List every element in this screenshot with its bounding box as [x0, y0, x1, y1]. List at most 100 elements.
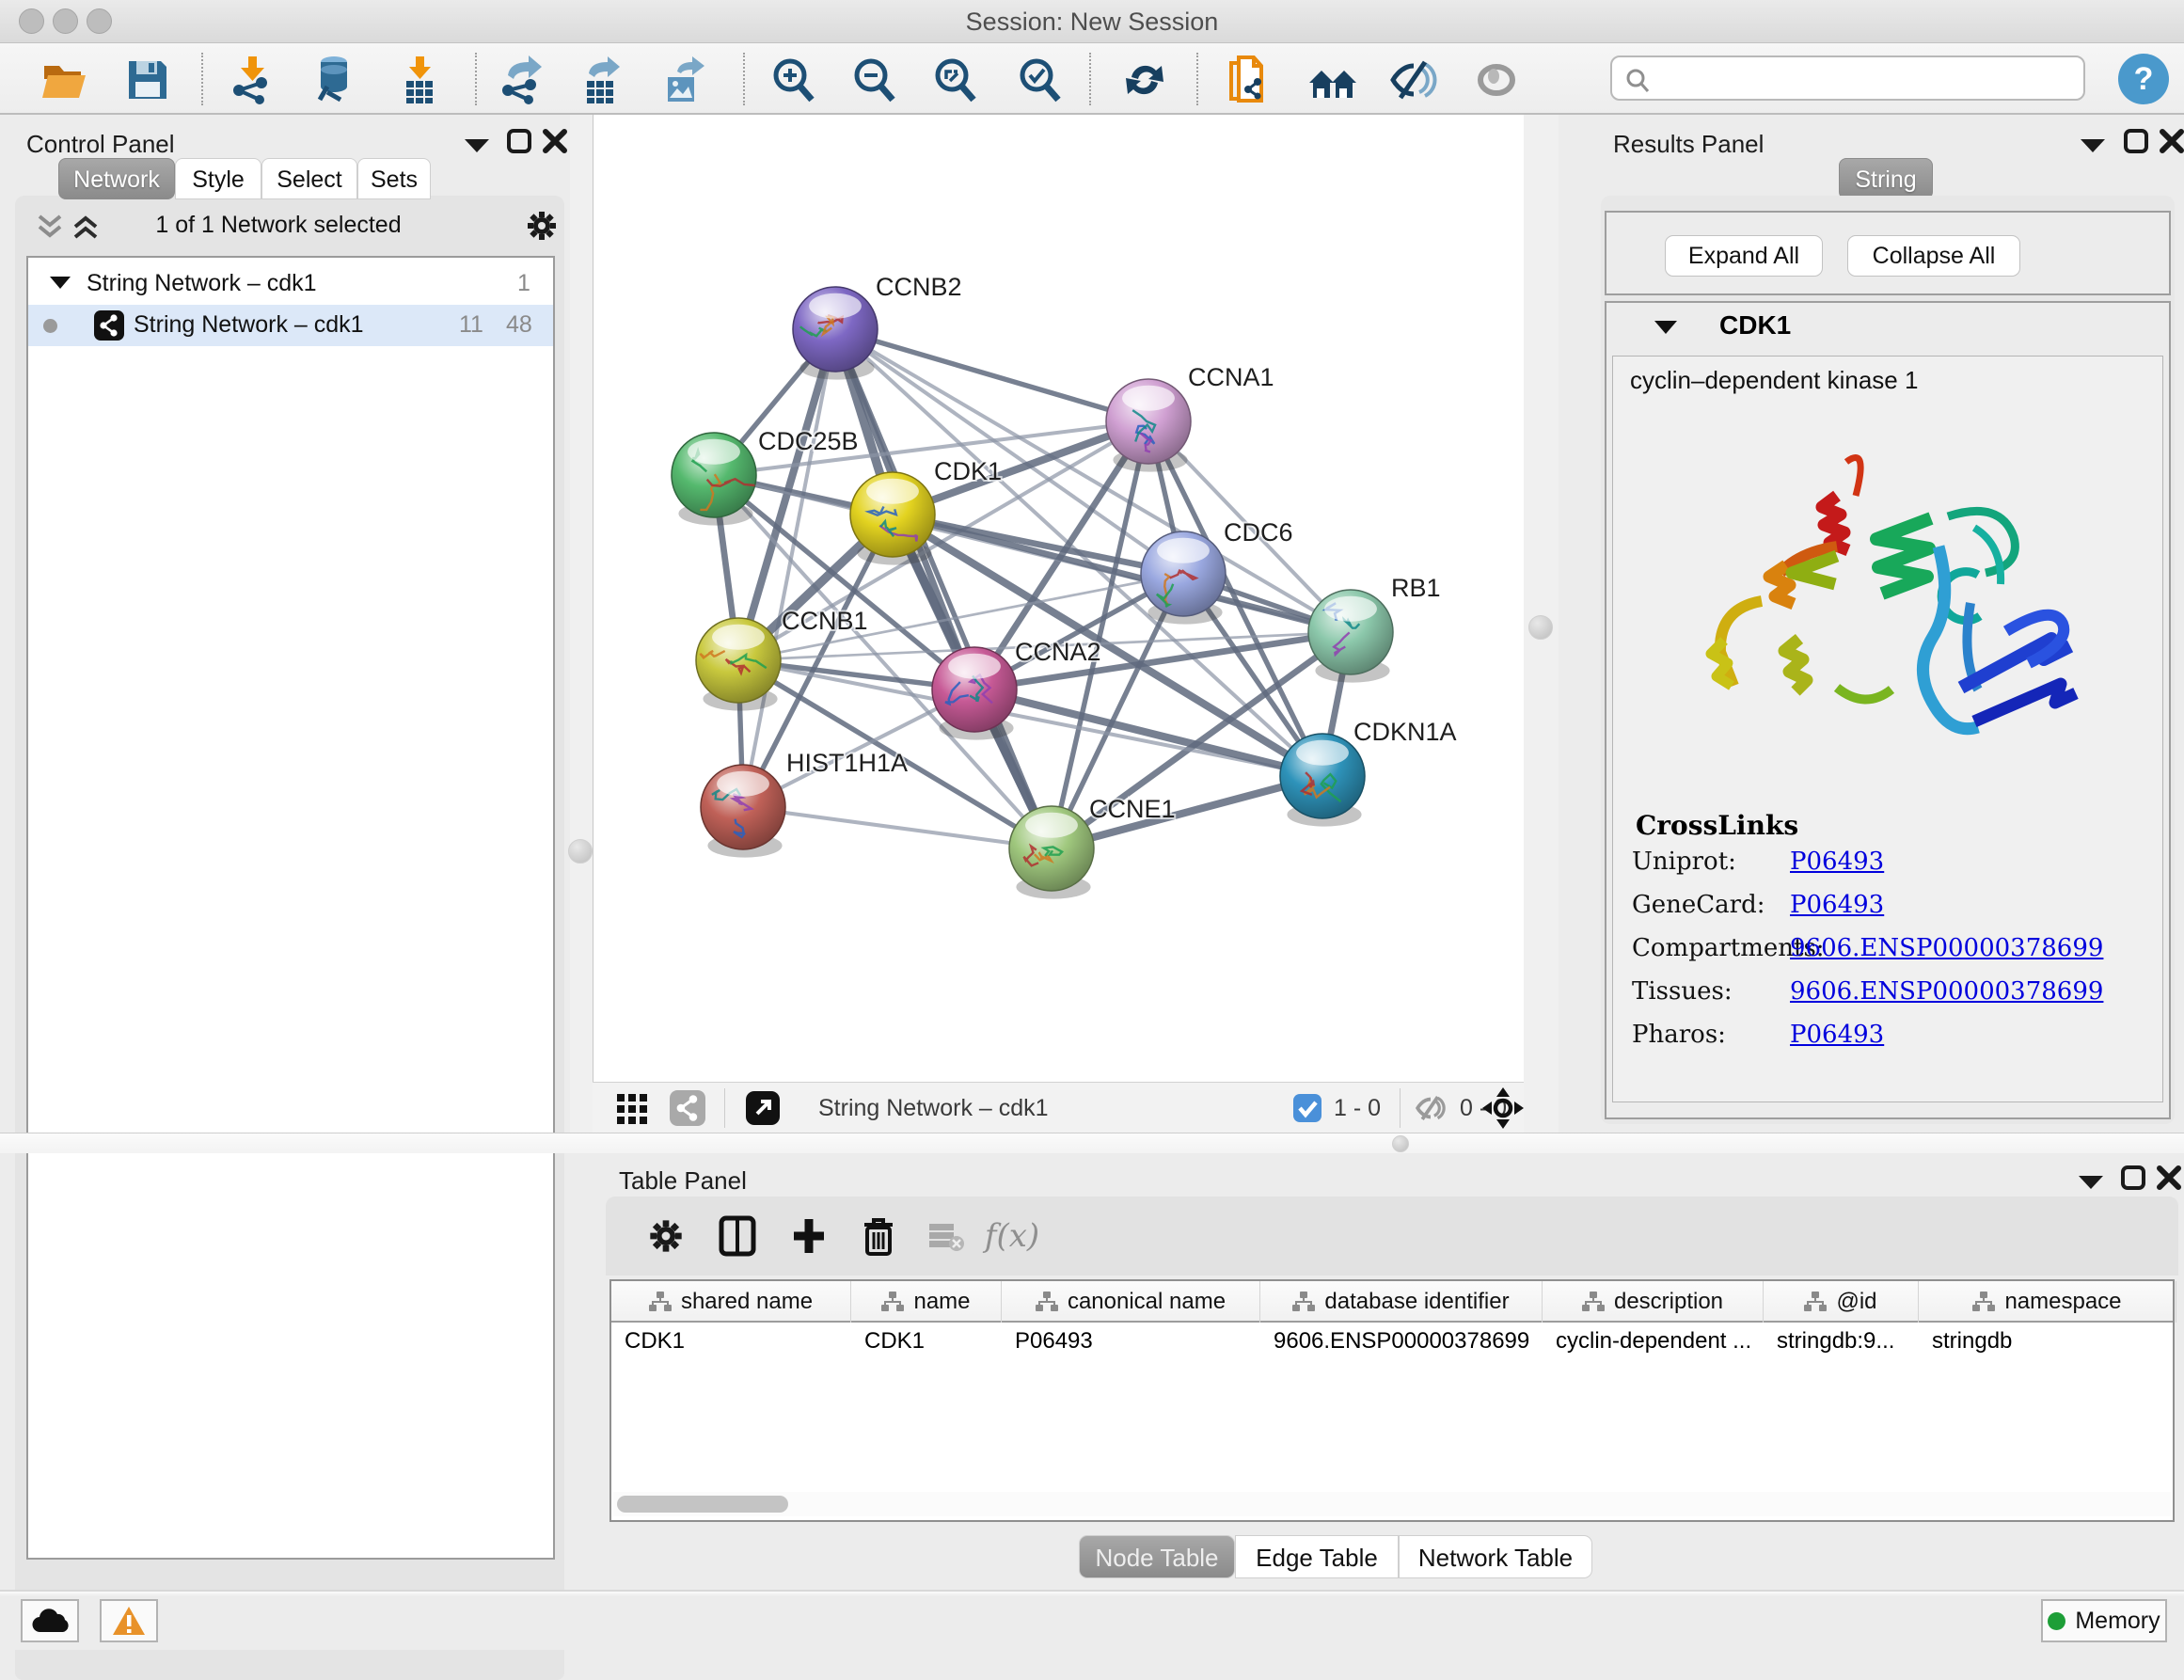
zoom-in-button[interactable] [766, 53, 820, 107]
export-image-button[interactable] [657, 53, 711, 107]
tab-style[interactable]: Style [175, 158, 261, 199]
clone-network-button[interactable] [1223, 53, 1277, 107]
tab-edge-table[interactable]: Edge Table [1235, 1535, 1399, 1578]
birds-eye-view-icon[interactable] [1482, 1087, 1524, 1129]
export-network-button[interactable] [495, 53, 549, 107]
close-panel-icon[interactable] [2156, 1165, 2182, 1191]
float-panel-icon[interactable] [506, 128, 532, 154]
column-header-canonical-name[interactable]: canonical name [1002, 1281, 1260, 1323]
crosslink-link[interactable]: P06493 [1790, 891, 1884, 919]
import-network-from-database-button[interactable] [307, 53, 361, 107]
crosslink-link[interactable]: 9606.ENSP00000378699 [1790, 977, 2103, 1006]
selected-checkbox-icon[interactable] [1292, 1093, 1322, 1123]
import-table-button[interactable] [393, 53, 448, 107]
edge-HIST1H1A-CCNE1[interactable] [743, 807, 1052, 848]
tab-network[interactable]: Network [58, 158, 175, 199]
tab-sets[interactable]: Sets [357, 158, 431, 199]
horizontal-scrollbar[interactable] [613, 1492, 2171, 1516]
float-panel-icon[interactable] [2123, 128, 2149, 154]
add-column-button[interactable] [783, 1210, 835, 1262]
zoom-fit-button[interactable] [927, 53, 982, 107]
delete-table-button[interactable] [920, 1210, 973, 1262]
cell-@id[interactable]: stringdb:9... [1764, 1328, 1919, 1366]
tab-network-table[interactable]: Network Table [1399, 1535, 1592, 1578]
crosslink-link[interactable]: P06493 [1790, 848, 1884, 876]
collapse-all-button[interactable]: Collapse All [1847, 235, 2020, 277]
column-header-@id[interactable]: @id [1764, 1281, 1919, 1323]
crosslink-link[interactable]: P06493 [1790, 1021, 1884, 1049]
cell-namespace[interactable]: stringdb [1919, 1328, 2176, 1366]
splitter-grip[interactable] [1392, 1135, 1409, 1152]
panel-menu-icon[interactable] [463, 137, 491, 154]
collapse-triangle-icon[interactable] [49, 276, 71, 291]
delete-column-button[interactable] [852, 1210, 905, 1262]
hide-panels-button[interactable] [1386, 53, 1441, 107]
collapse-all-icon[interactable] [36, 213, 64, 241]
node-table[interactable]: shared namenamecanonical namedatabase id… [609, 1279, 2175, 1522]
column-header-description[interactable]: description [1543, 1281, 1764, 1323]
network-collection-row[interactable]: String Network – cdk1 1 [28, 263, 553, 305]
node-CDC25B[interactable]: CDC25B [672, 427, 859, 526]
edge-CCNB2-CCNA1[interactable] [835, 329, 1148, 421]
gear-icon[interactable] [525, 209, 559, 243]
detach-view-icon[interactable] [745, 1090, 781, 1126]
network-canvas[interactable]: CCNB2CCNA1CDC25BCDK1CDC6RB1CCNB1CCNA2CDK… [593, 115, 1524, 1082]
panel-menu-icon[interactable] [2079, 137, 2107, 154]
column-header-shared-name[interactable]: shared name [611, 1281, 851, 1323]
tab-string[interactable]: String [1839, 158, 1933, 199]
node-CDK1[interactable]: CDK1 [850, 457, 1002, 565]
edge-CCNB2-HIST1H1A[interactable] [743, 329, 835, 807]
expand-all-icon[interactable] [71, 213, 100, 241]
help-button[interactable]: ? [2118, 54, 2169, 104]
save-session-button[interactable] [120, 53, 175, 107]
network-graph[interactable]: CCNB2CCNA1CDC25BCDK1CDC6RB1CCNB1CCNA2CDK… [593, 115, 1525, 1082]
network-row-selected[interactable]: String Network – cdk1 11 48 [28, 305, 553, 346]
scrollbar-thumb[interactable] [617, 1496, 788, 1513]
refresh-button[interactable] [1117, 53, 1172, 107]
splitter-grip[interactable] [1528, 615, 1553, 640]
cloud-button[interactable] [21, 1599, 79, 1642]
expand-all-button[interactable]: Expand All [1665, 235, 1823, 277]
crosslink-link[interactable]: 9606.ENSP00000378699 [1790, 934, 2103, 962]
open-session-button[interactable] [38, 53, 92, 107]
float-panel-icon[interactable] [2120, 1165, 2146, 1191]
export-table-button[interactable] [574, 53, 628, 107]
import-network-button[interactable] [226, 53, 280, 107]
column-header-namespace[interactable]: namespace [1919, 1281, 2176, 1323]
close-panel-icon[interactable] [2159, 128, 2184, 154]
zoom-out-button[interactable] [847, 53, 901, 107]
table-settings-button[interactable] [640, 1210, 692, 1262]
zoom-selected-button[interactable] [1012, 53, 1067, 107]
network-view-share-icon[interactable] [670, 1090, 705, 1126]
grid-view-icon[interactable] [615, 1092, 649, 1126]
column-header-database-identifier[interactable]: database identifier [1260, 1281, 1543, 1323]
home-button[interactable] [1306, 53, 1360, 107]
search-input[interactable] [1610, 55, 2085, 101]
cell-name[interactable]: CDK1 [851, 1328, 1002, 1366]
cell-shared-name[interactable]: CDK1 [611, 1328, 851, 1366]
node-CCNE1[interactable]: CCNE1 [1009, 795, 1176, 899]
splitter-grip[interactable] [568, 839, 593, 864]
show-panel-button[interactable] [1469, 53, 1524, 107]
warning-button[interactable] [100, 1599, 158, 1642]
left-splitter[interactable] [570, 115, 593, 1133]
memory-button[interactable]: Memory [2041, 1599, 2167, 1642]
panel-menu-icon[interactable] [2077, 1174, 2105, 1191]
tab-node-table[interactable]: Node Table [1079, 1535, 1235, 1578]
column-header-name[interactable]: name [851, 1281, 1002, 1323]
cell-description[interactable]: cyclin-dependent ... [1543, 1328, 1764, 1366]
function-builder-button[interactable]: f(x) [986, 1210, 1038, 1262]
cell-canonical-name[interactable]: P06493 [1002, 1328, 1260, 1366]
section-collapse-icon[interactable] [1654, 320, 1678, 335]
node-CCNA1[interactable]: CCNA1 [1106, 363, 1274, 472]
node-CDKN1A[interactable]: CDKN1A [1280, 718, 1457, 827]
tab-select[interactable]: Select [261, 158, 357, 199]
horizontal-splitter[interactable] [0, 1133, 2184, 1153]
node-CCNA2[interactable]: CCNA2 [932, 638, 1101, 740]
node-CCNB2[interactable]: CCNB2 [793, 273, 962, 380]
show-columns-button[interactable] [711, 1210, 764, 1262]
hidden-eye-slash-icon[interactable] [1413, 1092, 1448, 1124]
right-splitter[interactable] [1524, 115, 1559, 1133]
cell-database-identifier[interactable]: 9606.ENSP00000378699 [1260, 1328, 1543, 1366]
node-RB1[interactable]: RB1 [1308, 574, 1441, 683]
